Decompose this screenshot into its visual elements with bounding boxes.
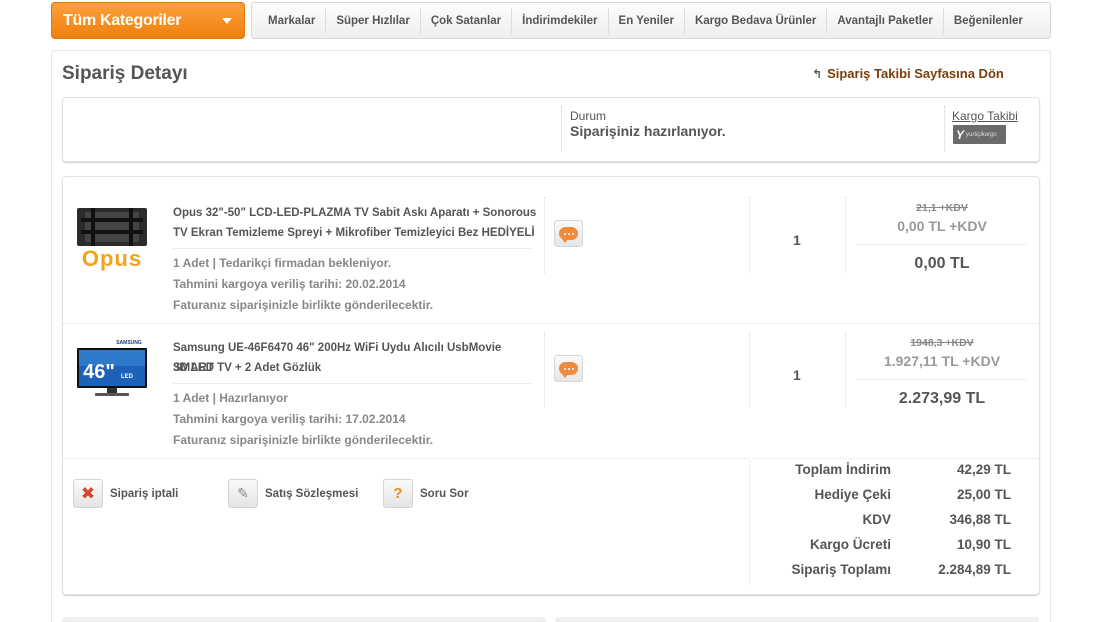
tv-size-text: 46" [83, 361, 115, 383]
divider [561, 106, 562, 152]
caret-down-icon [222, 18, 232, 24]
divider [749, 332, 750, 408]
product-invoice-note: Faturanız siparişinizle birlikte gönderi… [173, 298, 434, 312]
summary-total-discount: Toplam İndirim 42,29 TL [753, 462, 1013, 477]
divider [544, 197, 545, 273]
opus-logo-text: Opus [82, 246, 142, 271]
sales-contract-label: Satış Sözleşmesi [265, 487, 359, 500]
chat-bubble-icon [559, 362, 578, 378]
divider [173, 248, 533, 249]
summary-value: 346,88 TL [949, 512, 1011, 527]
bottom-panel-left [62, 617, 546, 622]
nav-item-markalar[interactable]: Markalar [252, 7, 327, 34]
product-total-price: 0,00 TL [914, 255, 970, 272]
summary-order-total: Sipariş Toplamı 2.284,89 TL [753, 562, 1013, 577]
divider [845, 332, 846, 408]
divider [857, 244, 1027, 245]
divider [749, 461, 750, 585]
nav-item-cok-satanlar[interactable]: Çok Satanlar [421, 7, 513, 34]
summary-label: KDV [862, 512, 891, 527]
status-label: Durum [570, 109, 607, 123]
summary-label: Sipariş Toplamı [791, 562, 891, 577]
divider [544, 332, 545, 408]
product-info: 1 Adet | Tedarikçi firmadan bekleniyor. [173, 256, 392, 270]
product-info: 1 Adet | Hazırlanıyor [173, 391, 288, 405]
product-shipping-date: Tahmini kargoya veriliş tarihi: 17.02.20… [173, 412, 406, 426]
summary-shipping-fee: Kargo Ücreti 10,90 TL [753, 537, 1013, 552]
divider [857, 379, 1027, 380]
close-icon: ✖ [73, 479, 103, 508]
top-nav-bar: Markalar Süper Hızlılar Çok Satanlar İnd… [251, 2, 1051, 39]
ask-question-label: Soru Sor [420, 487, 469, 500]
summary-label: Toplam İndirim [795, 462, 891, 477]
order-status-box: Durum Siparişiniz hazırlanıyor. Kargo Ta… [62, 97, 1040, 162]
summary-value: 25,00 TL [956, 487, 1011, 502]
product-image-wall-mount[interactable]: Opus [71, 204, 153, 274]
summary-value: 42,29 TL [956, 462, 1011, 477]
product-total-price: 2.273,99 TL [898, 390, 986, 407]
ask-question-button[interactable]: ? Soru Sor [383, 479, 469, 508]
nav-item-super-hizlilar[interactable]: Süper Hızlılar [326, 7, 421, 34]
product-title-line2[interactable]: 3D LED TV + 2 Adet Gözlük [173, 358, 538, 378]
nav-item-en-yeniler[interactable]: En Yeniler [609, 7, 685, 34]
product-old-price: 1948,3 +KDV [910, 337, 974, 349]
nav-item-avantajli-paketler[interactable]: Avantajlı Paketler [827, 7, 944, 34]
cancel-order-label: Sipariş iptali [110, 487, 179, 500]
tv-led-text: LED [121, 374, 134, 380]
product-shipping-date: Tahmini kargoya veriliş tarihi: 20.02.20… [173, 277, 406, 291]
question-mark-icon: ? [383, 479, 413, 508]
document-sign-icon: ✎ [228, 479, 258, 508]
samsung-logo-text: SAMSUNG [116, 340, 142, 346]
divider [63, 323, 1039, 324]
cargo-company-logo[interactable]: Y yurtiçikargo [953, 125, 1006, 144]
return-arrow-icon: ↰ [812, 66, 823, 81]
all-categories-button[interactable]: Tüm Kategoriler [51, 2, 245, 39]
back-link-label: Sipariş Takibi Sayfasına Dön [827, 66, 1004, 81]
cargo-tracking-link[interactable]: Kargo Takibi [952, 109, 1018, 123]
sales-contract-button[interactable]: ✎ Satış Sözleşmesi [228, 479, 358, 508]
product-title-line2[interactable]: TV Ekran Temizleme Spreyi + Mikrofiber T… [173, 223, 538, 243]
page-title: Sipariş Detayı [62, 63, 188, 84]
summary-gift-voucher: Hediye Çeki 25,00 TL [753, 487, 1013, 502]
summary-value: 10,90 TL [956, 537, 1011, 552]
product-unit-price: 0,00 TL +KDV [897, 218, 987, 234]
divider [173, 383, 533, 384]
cargo-logo-mark: Y [956, 127, 965, 142]
product-invoice-note: Faturanız siparişinizle birlikte gönderi… [173, 433, 434, 447]
summary-vat: KDV 346,88 TL [753, 512, 1013, 527]
summary-label: Kargo Ücreti [809, 537, 891, 552]
cancel-order-button[interactable]: ✖ Sipariş iptali [73, 479, 178, 508]
product-message-button[interactable] [554, 355, 583, 382]
product-quantity: 1 [793, 367, 801, 383]
divider [63, 458, 1039, 459]
chat-bubble-icon [559, 227, 578, 243]
nav-item-indirimdekiler[interactable]: İndirimdekiler [512, 7, 609, 34]
bottom-panel-right [555, 617, 1039, 622]
product-old-price: 21,1 +KDV [916, 202, 968, 214]
product-message-button[interactable] [554, 220, 583, 247]
product-title-line1[interactable]: Opus 32"-50" LCD-LED-PLAZMA TV Sabit Ask… [173, 203, 538, 223]
divider [749, 197, 750, 273]
status-value: Siparişiniz hazırlanıyor. [570, 123, 726, 139]
nav-item-begenilenler[interactable]: Beğenilenler [944, 8, 1033, 34]
cargo-logo-text: yurtiçikargo [966, 131, 997, 138]
summary-value: 2.284,89 TL [938, 562, 1011, 577]
divider [845, 197, 846, 273]
summary-label: Hediye Çeki [814, 487, 891, 502]
order-items-box: Opus Opus 32"-50" LCD-LED-PLAZMA TV Sabi… [62, 176, 1040, 595]
nav-item-kargo-bedava[interactable]: Kargo Bedava Ürünler [685, 7, 828, 34]
product-image-samsung-tv[interactable]: SAMSUNG 46" LED [71, 336, 153, 406]
product-quantity: 1 [793, 232, 801, 248]
divider [944, 106, 945, 152]
all-categories-label: Tüm Kategoriler [63, 11, 182, 29]
back-to-tracking-link[interactable]: ↰ Sipariş Takibi Sayfasına Dön [812, 66, 1004, 81]
product-unit-price: 1.927,11 TL +KDV [883, 353, 1001, 369]
